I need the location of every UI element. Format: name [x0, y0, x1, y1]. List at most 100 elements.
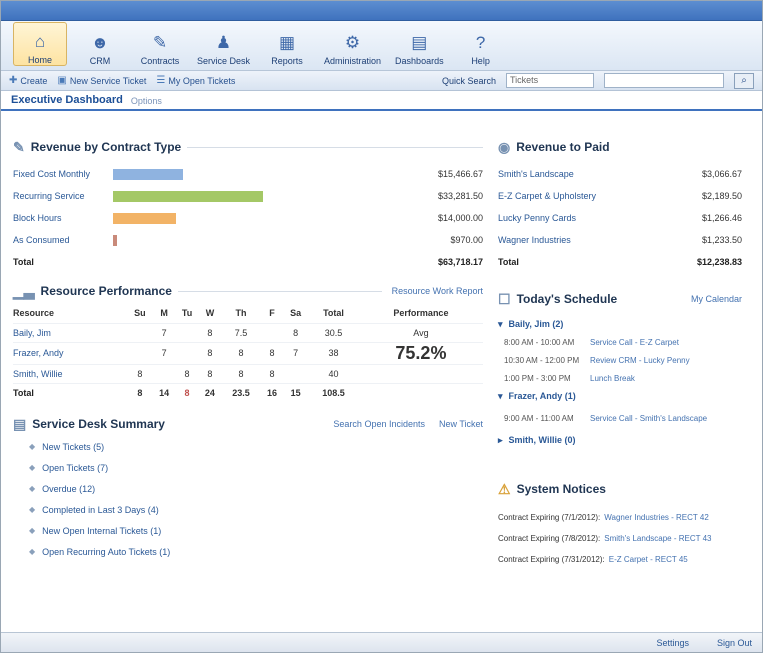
bullet-icon: ◆ — [29, 547, 36, 556]
service-desk-header: ▤ Service Desk Summary Search Open Incid… — [13, 412, 483, 436]
ribbon-button-label: Administration — [324, 56, 382, 66]
settings-link[interactable]: Settings — [656, 638, 689, 648]
schedule-group[interactable]: ▾ Frazer, Andy (1) — [498, 387, 742, 405]
new-ticket-link[interactable]: New Ticket — [439, 419, 483, 429]
table-row: Frazer, Andy 7 8 8 8 7 38 75.2% — [13, 341, 483, 364]
sign-out-link[interactable]: Sign Out — [717, 638, 752, 648]
section-title: Service Desk Summary — [32, 417, 165, 431]
col-header: Su — [134, 307, 146, 318]
schedule-group[interactable]: ▸ Smith, Willie (0) — [498, 431, 742, 449]
quick-link-new-ticket[interactable]: ▣ New Service Ticket — [57, 75, 146, 86]
resource-name[interactable]: Baily, Jim — [13, 322, 127, 342]
col-header: Performance — [393, 307, 449, 318]
quick-bar: ✚ Create ▣ New Service Ticket ☰ My Open … — [1, 71, 762, 91]
col-header: Tu — [181, 307, 193, 318]
performance-value: 75.2% — [358, 341, 483, 364]
divider — [187, 146, 483, 148]
ribbon-button-contracts[interactable]: ✎ Contracts — [133, 22, 187, 66]
table-cell — [126, 341, 153, 364]
list-item[interactable]: ◆ New Tickets (5) — [13, 436, 483, 457]
revenue-to-paid-list: Smith's Landscape $3,066.67 E-Z Carpet &… — [498, 163, 742, 273]
list-item[interactable]: ◆ Open Recurring Auto Tickets (1) — [13, 541, 483, 562]
quick-link-my-tickets[interactable]: ☰ My Open Tickets — [156, 75, 235, 86]
right-column: ◉ Revenue to Paid Smith's Landscape $3,0… — [498, 137, 742, 570]
total-row: Total $63,718.17 — [13, 251, 483, 273]
schedule-event: 10:30 AM - 12:00 PM Review CRM - Lucky Pe… — [504, 355, 690, 365]
client-link[interactable]: Wagner Industries — [498, 235, 571, 245]
revenue-to-paid-header: ◉ Revenue to Paid — [498, 137, 742, 157]
client-link[interactable]: E-Z Carpet & Upholstery — [498, 191, 596, 201]
my-calendar-link[interactable]: My Calendar — [691, 294, 742, 304]
ribbon-button-dashboards[interactable]: ▤ Dashboards — [391, 22, 448, 66]
table-cell: 8 — [221, 363, 261, 383]
table-cell: 8 — [198, 363, 222, 383]
quick-link-create[interactable]: ✚ Create — [9, 75, 47, 86]
ribbon-button-administration[interactable]: ⚙ Administration — [320, 22, 385, 66]
bullet-icon: ◆ — [29, 526, 36, 535]
ribbon-button-service-desk[interactable]: ♟ Service Desk — [193, 22, 254, 66]
section-title-row: ▤ Service Desk Summary — [13, 414, 165, 434]
ribbon-button-home[interactable]: ⌂ Home — [13, 22, 67, 66]
ribbon-button-label: Service Desk — [197, 56, 251, 66]
bar-fill-0 — [113, 168, 183, 180]
search-input[interactable] — [604, 73, 724, 88]
table-cell — [175, 341, 199, 364]
section-title: Resource Performance — [40, 284, 172, 298]
table-cell: 8 — [175, 363, 199, 383]
resource-name[interactable]: Frazer, Andy — [13, 341, 127, 364]
left-column: ✎ Revenue by Contract Type Fixed Cost Mo… — [13, 137, 483, 562]
search-go-button[interactable]: ⌕ — [734, 72, 754, 89]
search-icon: ⌕ — [741, 75, 747, 86]
client-link[interactable]: Smith's Landscape — [498, 169, 574, 179]
bar-label[interactable]: Recurring Service — [13, 191, 113, 201]
bar-value: $970.00 — [450, 235, 483, 245]
resource-name[interactable]: Smith, Willie — [13, 363, 127, 383]
total-label: Total — [13, 257, 34, 267]
schedule-group[interactable]: ▾ Baily, Jim (2) — [498, 315, 742, 333]
amount: $3,066.67 — [701, 169, 742, 179]
expand-icon: ▸ — [498, 434, 503, 445]
bar-fill-2 — [113, 212, 177, 224]
schedule-list: ▾ Baily, Jim (2) 8:00 AM - 10:00 AM Servic… — [498, 315, 742, 449]
section-title: Revenue to Paid — [516, 140, 610, 154]
list-item[interactable]: ◆ Completed in Last 3 Days (4) — [13, 499, 483, 520]
list-item[interactable]: ◆ New Open Internal Tickets (1) — [13, 520, 483, 541]
schedule-event: 8:00 AM - 10:00 AM Service Call - E-Z Car… — [504, 337, 679, 347]
search-type-select[interactable]: Tickets — [506, 73, 594, 88]
amount: $2,189.50 — [701, 191, 742, 201]
ribbon-button-help[interactable]: ? Help — [454, 22, 508, 66]
divider — [177, 290, 382, 292]
bar-label[interactable]: Block Hours — [13, 213, 113, 223]
ribbon-button-label: Dashboards — [395, 56, 444, 66]
ribbon-button-label: Home — [27, 55, 52, 65]
users-icon: ☻ — [91, 33, 109, 52]
total-value: $12,238.83 — [696, 257, 742, 267]
bar-value: $14,000.00 — [437, 213, 483, 223]
search-open-incidents-link[interactable]: Search Open Incidents — [333, 419, 425, 429]
list-item[interactable]: ◆ Overdue (12) — [13, 478, 483, 499]
notice-item: Contract Expiring (7/8/2012): Smith's Lan… — [498, 534, 712, 543]
table-cell: 7.5 — [221, 322, 261, 342]
total-row: Total $12,238.83 — [498, 251, 742, 273]
table-cell — [152, 363, 176, 383]
ribbon-button-reports[interactable]: ▦ Reports — [260, 22, 314, 66]
globe-icon: ◉ — [498, 138, 511, 155]
amount: $1,233.50 — [701, 235, 742, 245]
title-bar — [1, 1, 762, 21]
ribbon-button-label: Help — [471, 56, 490, 66]
client-link[interactable]: Lucky Penny Cards — [498, 213, 576, 223]
bar-row: As Consumed $970.00 — [13, 229, 483, 251]
table-cell — [358, 382, 483, 402]
service-desk-list: ◆ New Tickets (5) ◆ Open Tickets (7) ◆ Over… — [13, 436, 483, 562]
section-title: Revenue by Contract Type — [30, 140, 182, 154]
list-item[interactable]: ◆ Open Tickets (7) — [13, 457, 483, 478]
warning-icon: ⚠ — [498, 480, 511, 497]
resource-work-report-link[interactable]: Resource Work Report — [392, 286, 483, 296]
pin-icon: ✎ — [13, 138, 25, 155]
ribbon-button-crm[interactable]: ☻ CRM — [73, 22, 127, 66]
page-options-link[interactable]: Options — [131, 96, 162, 106]
table-cell — [358, 363, 483, 383]
home-icon: ⌂ — [34, 32, 46, 51]
bar-label[interactable]: As Consumed — [13, 235, 113, 245]
bar-label[interactable]: Fixed Cost Monthly — [13, 169, 113, 179]
